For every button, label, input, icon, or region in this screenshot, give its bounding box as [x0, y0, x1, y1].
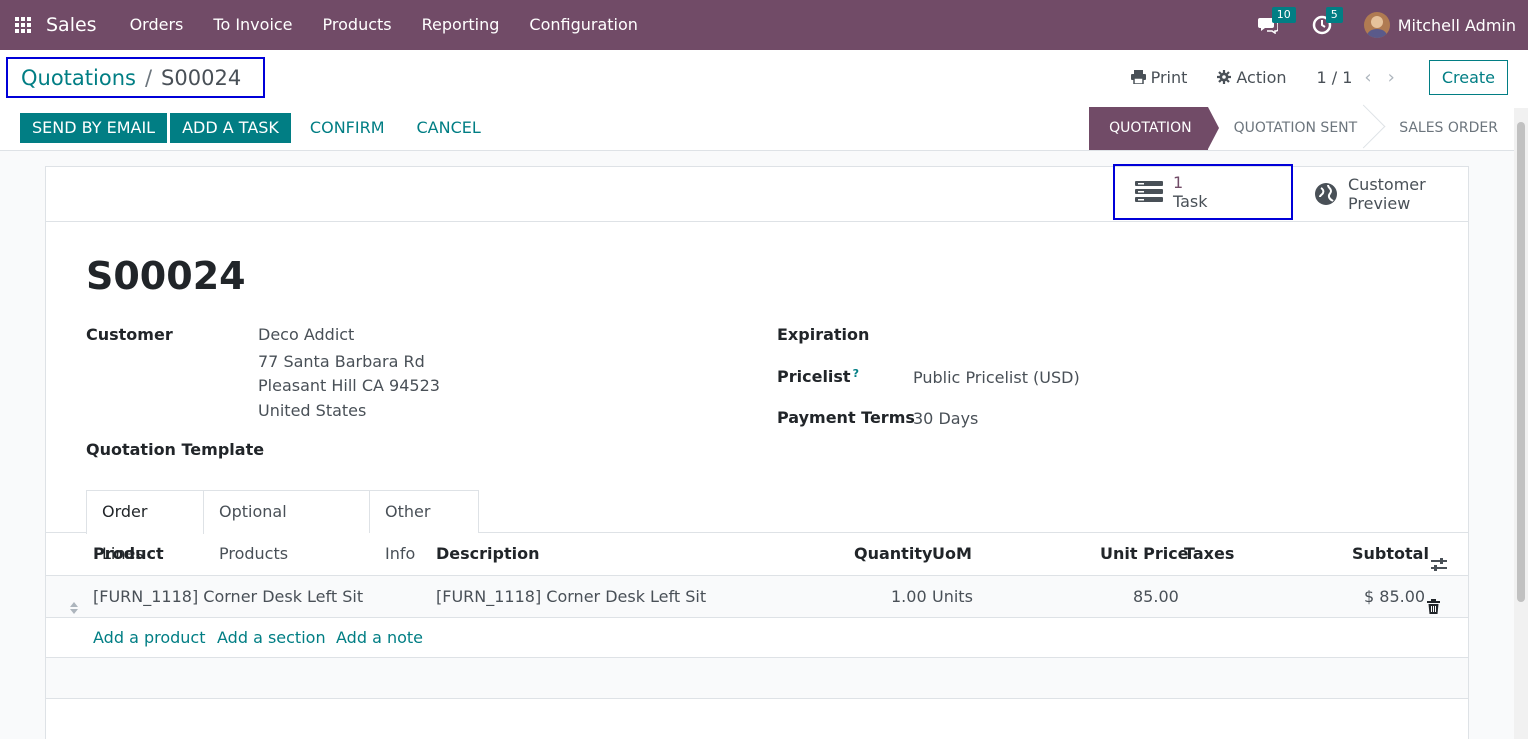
menu-products[interactable]: Products — [308, 0, 407, 50]
customer-address-line1: 77 Santa Barbara Rd — [258, 352, 425, 371]
order-lines-header: Product Description Quantity UoM Unit Pr… — [46, 533, 1468, 576]
page-scrollbar[interactable] — [1514, 108, 1528, 739]
add-line-row: Add a product Add a section Add a note — [46, 618, 1468, 658]
column-subtotal[interactable]: Subtotal — [1352, 533, 1429, 575]
column-product[interactable]: Product — [93, 533, 164, 575]
task-count: 1 — [1173, 173, 1184, 192]
form-sheet: 1 Task Customer Preview S00024 Customer … — [45, 164, 1470, 739]
payment-terms-field[interactable]: 30 Days — [913, 409, 978, 428]
tab-other-info[interactable]: Other Info — [370, 490, 479, 563]
column-description[interactable]: Description — [436, 533, 539, 575]
activities-badge: 5 — [1325, 7, 1343, 23]
stage-sales-order[interactable]: SALES ORDER — [1373, 107, 1514, 150]
globe-icon — [1315, 183, 1337, 205]
row-unit-price[interactable]: 85.00 — [1133, 576, 1179, 617]
menu-reporting[interactable]: Reporting — [407, 0, 515, 50]
column-uom[interactable]: UoM — [932, 533, 972, 575]
add-a-task-button[interactable]: ADD A TASK — [170, 113, 291, 143]
column-unit-price[interactable]: Unit Price — [1100, 533, 1189, 575]
column-quantity[interactable]: Quantity — [854, 533, 932, 575]
breadcrumb: Quotations / S00024 — [6, 57, 265, 98]
tab-order-lines[interactable]: Order Lines — [86, 490, 204, 563]
add-note-link[interactable]: Add a note — [336, 618, 423, 658]
print-icon — [1130, 70, 1146, 84]
task-smart-button[interactable]: 1 Task — [1113, 164, 1293, 220]
tasks-icon — [1135, 181, 1163, 202]
table-row[interactable]: [FURN_1118] Corner Desk Left Sit [FURN_1… — [46, 576, 1468, 618]
row-quantity[interactable]: 1.00 — [891, 576, 927, 617]
cancel-button[interactable]: CANCEL — [401, 113, 497, 143]
stage-quotation-sent[interactable]: QUOTATION SENT — [1208, 107, 1374, 150]
tab-optional-products[interactable]: Optional Products — [204, 490, 370, 563]
messages-badge: 10 — [1271, 7, 1296, 23]
row-uom[interactable]: Units — [932, 576, 973, 617]
create-button[interactable]: Create — [1428, 59, 1508, 95]
print-button[interactable]: Print — [1130, 67, 1188, 87]
scrollbar-thumb[interactable] — [1517, 122, 1525, 602]
customer-preview-line1: Customer — [1348, 175, 1426, 194]
payment-terms-label: Payment Terms — [777, 408, 915, 427]
notebook-tabs: Order Lines Optional Products Other Info — [46, 490, 1468, 563]
smart-button-box: 1 Task Customer Preview — [46, 164, 1470, 222]
pager-value[interactable]: 1 / 1 — [1317, 68, 1353, 87]
quotation-template-label: Quotation Template — [86, 440, 265, 459]
add-section-link[interactable]: Add a section — [217, 618, 326, 658]
empty-row — [46, 658, 1468, 699]
customer-label: Customer — [86, 325, 173, 344]
confirm-button[interactable]: CONFIRM — [294, 113, 401, 143]
apps-menu-icon[interactable] — [0, 0, 46, 50]
menu-configuration[interactable]: Configuration — [514, 0, 653, 50]
customer-address-line2: Pleasant Hill CA 94523 — [258, 376, 440, 395]
user-avatar[interactable] — [1363, 12, 1390, 38]
breadcrumb-quotations-link[interactable]: Quotations — [21, 66, 136, 90]
add-product-link[interactable]: Add a product — [93, 618, 206, 658]
pricelist-field[interactable]: Public Pricelist (USD) — [913, 368, 1080, 387]
gear-icon — [1217, 70, 1232, 84]
stage-quotation[interactable]: QUOTATION — [1089, 107, 1220, 150]
expiration-label: Expiration — [777, 325, 870, 344]
top-navbar: Sales Orders To Invoice Products Reporti… — [0, 0, 1528, 50]
action-button[interactable]: Action — [1217, 67, 1287, 87]
send-by-email-button[interactable]: SEND BY EMAIL — [20, 113, 168, 143]
customer-preview-line2: Preview — [1348, 194, 1411, 213]
customer-field[interactable]: Deco Addict — [258, 325, 354, 344]
customer-address-line3: United States — [258, 401, 367, 420]
control-panel: Quotations / S00024 Print Action 1 / 1 ‹… — [0, 50, 1528, 151]
column-taxes[interactable]: Taxes — [1184, 533, 1234, 575]
action-label: Action — [1236, 67, 1287, 87]
status-bar: QUOTATION QUOTATION SENT SALES ORDER — [1089, 107, 1514, 150]
row-subtotal: $ 85.00 — [1364, 587, 1426, 606]
row-product[interactable]: [FURN_1118] Corner Desk Left Sit — [93, 576, 363, 617]
pricelist-label: Pricelist? — [777, 367, 859, 386]
breadcrumb-current: S00024 — [161, 65, 242, 90]
print-label: Print — [1150, 67, 1188, 87]
user-name[interactable]: Mitchell Admin — [1398, 16, 1516, 35]
customer-preview-button[interactable]: Customer Preview — [1314, 167, 1470, 221]
app-name[interactable]: Sales — [46, 14, 97, 36]
pricelist-help-icon[interactable]: ? — [853, 367, 859, 380]
pager-previous-icon[interactable]: ‹ — [1364, 67, 1371, 88]
row-description[interactable]: [FURN_1118] Corner Desk Left Sit — [436, 576, 706, 617]
menu-orders[interactable]: Orders — [115, 0, 199, 50]
task-label: Task — [1173, 192, 1208, 211]
pager-next-icon[interactable]: › — [1388, 67, 1395, 88]
activities-clock-icon[interactable]: 5 — [1310, 7, 1343, 37]
messages-icon[interactable]: 10 — [1256, 7, 1296, 37]
breadcrumb-separator: / — [144, 65, 153, 90]
record-title: S00024 — [86, 254, 246, 298]
menu-to-invoice[interactable]: To Invoice — [198, 0, 307, 50]
